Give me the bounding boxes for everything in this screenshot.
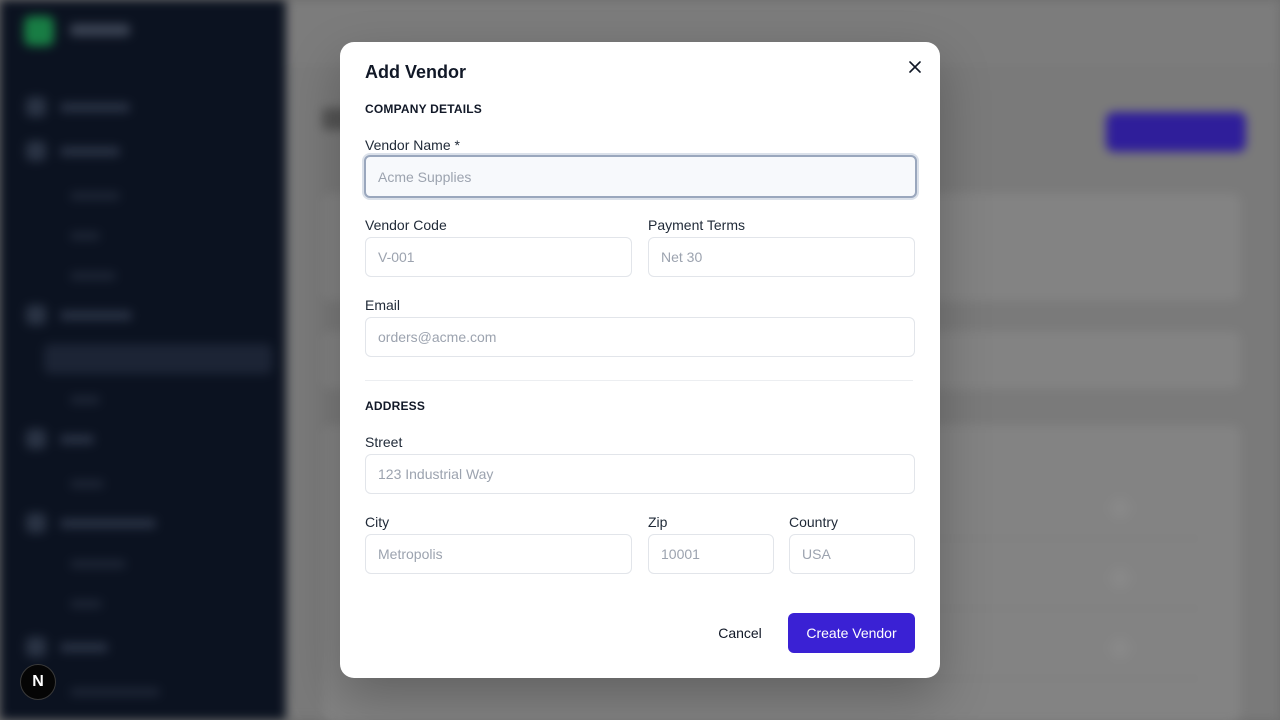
sidebar-subitem <box>70 396 100 404</box>
zip-input[interactable] <box>648 534 774 574</box>
sidebar-item <box>26 96 130 118</box>
close-button[interactable] <box>906 58 924 76</box>
sidebar-item-active <box>44 344 272 374</box>
sidebar-subitem <box>70 272 116 280</box>
company-details-heading: COMPANY DETAILS <box>365 102 483 116</box>
add-vendor-modal: Add Vendor COMPANY DETAILS Vendor Name *… <box>340 42 940 678</box>
assistant-fab-button[interactable]: N <box>20 664 56 700</box>
vendor-code-input[interactable] <box>365 237 632 277</box>
street-label: Street <box>365 434 403 450</box>
vendor-name-label: Vendor Name * <box>365 137 460 153</box>
modal-title: Add Vendor <box>365 62 467 82</box>
sidebar-item <box>26 304 132 326</box>
sidebar-item <box>26 428 94 450</box>
country-label: Country <box>789 514 839 530</box>
row-action-icon <box>1109 497 1131 519</box>
app-brand <box>70 24 130 36</box>
add-vendor-button <box>1106 112 1246 152</box>
payment-terms-label: Payment Terms <box>648 217 745 233</box>
sidebar-subitem <box>70 192 120 200</box>
sidebar-subitem <box>70 688 160 696</box>
section-divider <box>365 380 913 381</box>
sidebar-subitem <box>70 232 100 240</box>
vendor-name-input[interactable] <box>364 155 917 198</box>
row-action-icon <box>1109 567 1131 589</box>
sidebar-subitem <box>70 600 102 608</box>
email-input[interactable] <box>365 317 915 357</box>
cancel-button[interactable]: Cancel <box>708 613 772 653</box>
city-input[interactable] <box>365 534 632 574</box>
create-vendor-button[interactable]: Create Vendor <box>788 613 915 653</box>
vendor-code-label: Vendor Code <box>365 217 447 233</box>
fab-label: N <box>32 673 44 690</box>
sidebar-subitem <box>70 560 126 568</box>
country-input[interactable] <box>789 534 915 574</box>
email-label: Email <box>365 297 401 313</box>
sidebar-item <box>26 512 156 534</box>
city-label: City <box>365 514 390 530</box>
sidebar-item <box>26 636 108 658</box>
address-heading: ADDRESS <box>365 399 426 413</box>
close-icon <box>909 61 921 73</box>
street-input[interactable] <box>365 454 915 494</box>
sidebar <box>0 0 286 720</box>
app-logo <box>24 16 54 46</box>
row-action-icon <box>1109 637 1131 659</box>
sidebar-subitem <box>70 480 104 488</box>
zip-label: Zip <box>648 514 668 530</box>
payment-terms-input[interactable] <box>648 237 915 277</box>
sidebar-item <box>26 140 120 162</box>
